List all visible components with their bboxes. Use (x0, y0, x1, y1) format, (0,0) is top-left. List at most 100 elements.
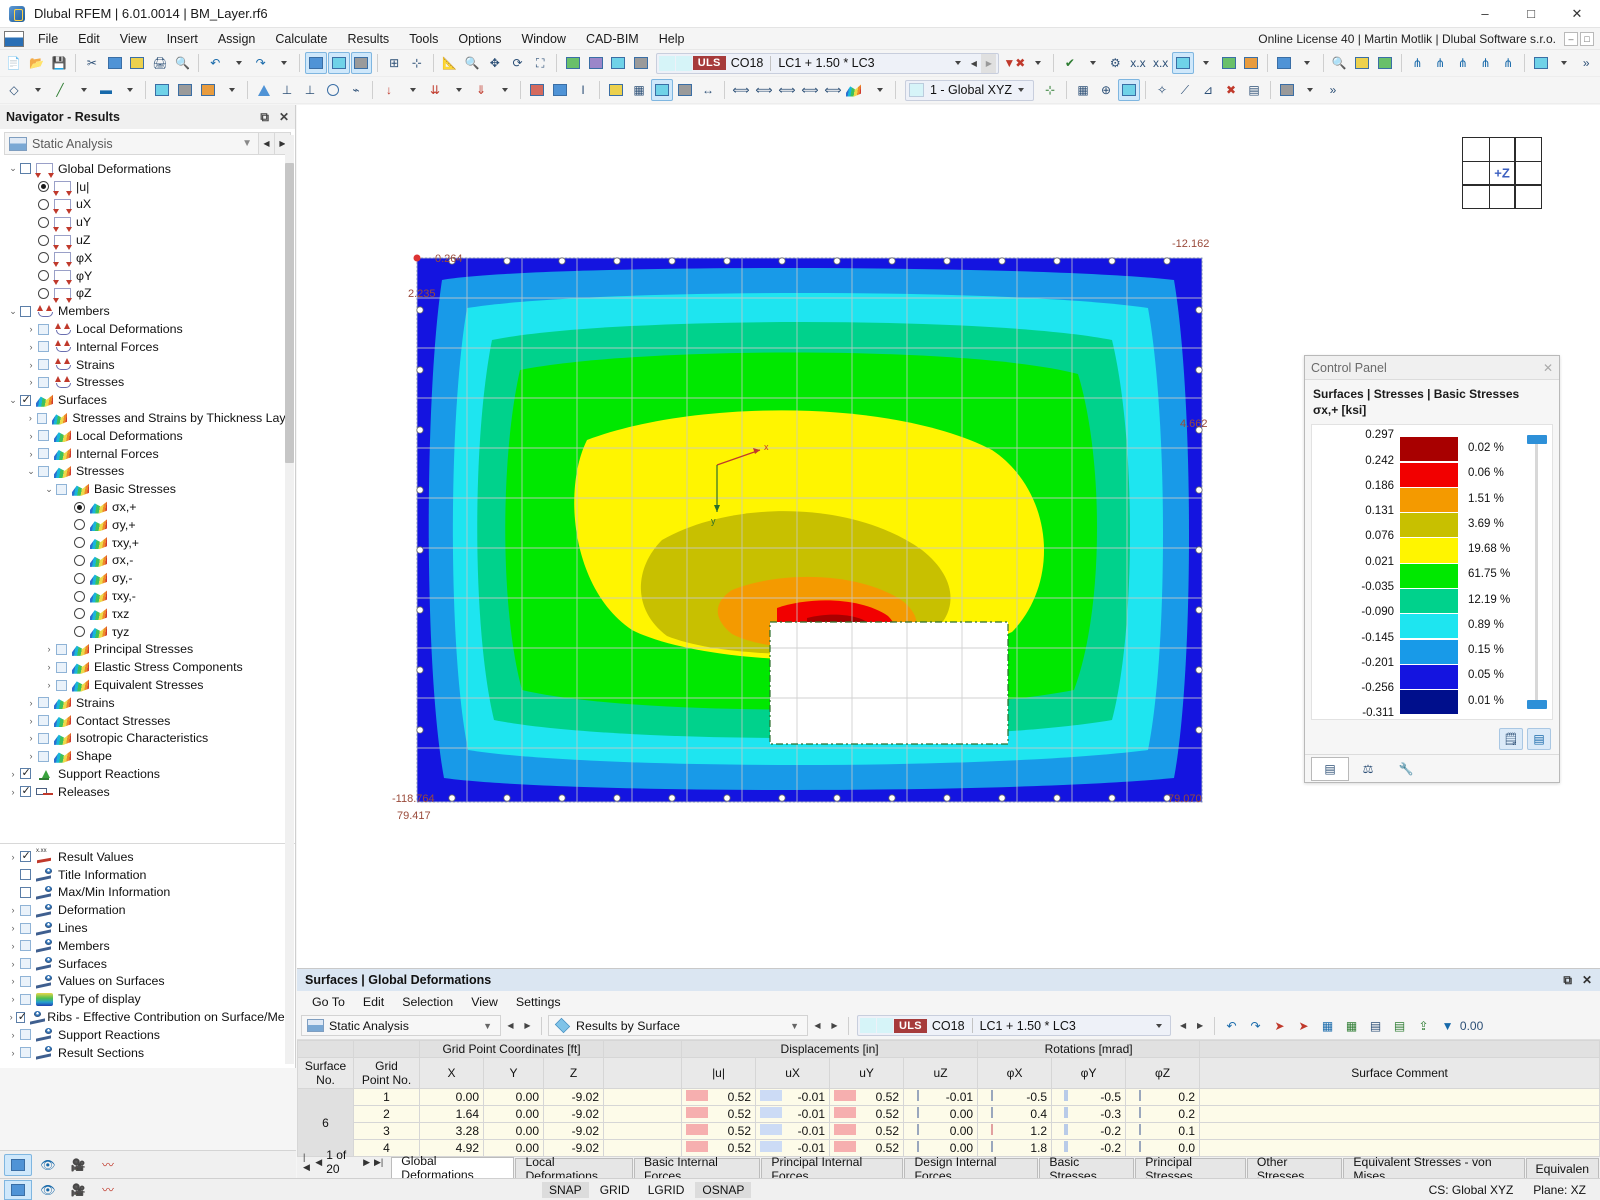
tree-item-internal-forces[interactable]: ›Internal Forces (0, 338, 295, 356)
print-icon[interactable]: 🖨 (149, 52, 171, 74)
filter-icon[interactable]: ▼✖ (1003, 52, 1025, 74)
cell-uy[interactable]: 0.52 (830, 1123, 904, 1140)
next-load-case-icon[interactable]: ▶ (981, 54, 996, 73)
col-x[interactable]: X (420, 1058, 484, 1089)
clipping-icon[interactable] (585, 52, 607, 74)
view-options-dropdown-icon[interactable] (1299, 79, 1321, 101)
cell-ux[interactable]: -0.01 (756, 1089, 830, 1106)
expand-chevron-icon[interactable]: › (6, 941, 20, 951)
expand-chevron-icon[interactable]: › (6, 1048, 20, 1058)
tree-item-xz[interactable]: τxz (0, 605, 295, 623)
menu-item-insert[interactable]: Insert (157, 30, 208, 48)
result-tab-principal-internal-forces[interactable]: Principal Internal Forces (761, 1158, 903, 1178)
cell-uz[interactable]: -0.01 (904, 1089, 978, 1106)
cell-u-abs[interactable]: 0.52 (682, 1106, 756, 1123)
results-dropdown-icon[interactable] (1082, 52, 1104, 74)
tree-checkbox[interactable] (20, 851, 31, 862)
rainbow-dropdown-icon[interactable] (868, 79, 890, 101)
new-member-icon[interactable]: ▬ (95, 79, 117, 101)
legend-color-band[interactable] (1400, 589, 1458, 613)
table-filter-icon[interactable]: ▼ (1437, 1015, 1459, 1037)
status-model-icon[interactable] (4, 1180, 32, 1200)
tree-checkbox[interactable] (38, 430, 49, 441)
collapse-chevron-icon[interactable]: ⌄ (6, 306, 20, 317)
cell-uz[interactable]: 0.00 (904, 1123, 978, 1140)
rotate-icon[interactable]: ⟳ (507, 52, 529, 74)
filter-dropdown-icon[interactable] (1026, 52, 1048, 74)
results-by-selector[interactable]: Results by Surface ▼ (548, 1015, 808, 1036)
measure-icon[interactable]: 📐 (439, 52, 461, 74)
menu-item-edit[interactable]: Edit (68, 30, 110, 48)
table-undo-icon[interactable]: ↶ (1221, 1015, 1243, 1037)
tree-checkbox[interactable] (20, 994, 31, 1005)
close-icon[interactable]: ✕ (1582, 973, 1592, 988)
material-icon[interactable] (526, 79, 548, 101)
result-tab-basic-internal-forces[interactable]: Basic Internal Forces (634, 1158, 760, 1178)
tree-radio[interactable] (74, 555, 85, 566)
print-preview-icon[interactable]: 🔍 (172, 52, 194, 74)
smooth-results-icon[interactable] (1218, 52, 1240, 74)
tree-checkbox[interactable] (56, 644, 67, 655)
tree-item-isotropic-characteristics[interactable]: ›Isotropic Characteristics (0, 730, 295, 748)
cell-phiy[interactable]: -0.2 (1052, 1123, 1126, 1140)
isobands-dropdown-icon[interactable] (1195, 52, 1217, 74)
cell-grid-point-no[interactable]: 1 (354, 1089, 420, 1106)
legend-settings-icon[interactable]: 🗒 (1499, 728, 1523, 750)
undo-dropdown-icon[interactable] (227, 52, 249, 74)
select-all-icon[interactable]: ➤ (1293, 1015, 1315, 1037)
new-surface-icon[interactable] (151, 79, 173, 101)
col-uz[interactable]: uZ (904, 1058, 978, 1089)
tree-item-equivalent-stresses[interactable]: ›Equivalent Stresses (0, 676, 295, 694)
legend-color-band[interactable] (1400, 690, 1458, 714)
tab-filter[interactable]: 🔧 (1387, 757, 1425, 781)
tree-item-ux[interactable]: uX (0, 196, 295, 214)
tree-checkbox[interactable] (16, 1012, 25, 1023)
menu-item-window[interactable]: Window (511, 30, 575, 48)
render-transparent-icon[interactable] (351, 52, 373, 74)
expand-chevron-icon[interactable]: › (6, 994, 20, 1004)
mesh-generate-icon[interactable]: ▦ (1072, 79, 1094, 101)
tree-item-xy[interactable]: τxy,+ (0, 534, 295, 552)
tree-item-basic-stresses[interactable]: ⌄Basic Stresses (0, 480, 295, 498)
cell-phix[interactable]: -0.5 (978, 1089, 1052, 1106)
printout-report-icon[interactable] (1273, 52, 1295, 74)
rainbow-surface-icon[interactable] (845, 79, 867, 101)
tree-checkbox[interactable] (20, 768, 31, 779)
tab-color-spectrum[interactable]: ▤ (1311, 757, 1349, 781)
result-values-icon[interactable]: x.x (1150, 52, 1172, 74)
menu-view[interactable]: View (462, 993, 507, 1011)
copy-icon[interactable] (104, 52, 126, 74)
show-results-icon[interactable] (1118, 79, 1140, 101)
tree-radio[interactable] (74, 608, 85, 619)
views-navigator-icon[interactable]: 🎥 (64, 1154, 92, 1176)
tree-item-result-sections[interactable]: ›Result Sections (0, 1044, 295, 1062)
tree-checkbox[interactable] (20, 976, 31, 987)
tree-item-members[interactable]: ⌄Members (0, 302, 295, 320)
expand-chevron-icon[interactable]: › (24, 324, 38, 334)
tree-radio[interactable] (74, 519, 85, 530)
expand-chevron-icon[interactable]: › (24, 716, 38, 726)
cell-phiy[interactable]: -0.3 (1052, 1106, 1126, 1123)
close-icon[interactable]: ✕ (1543, 361, 1553, 375)
table-row[interactable]: 33.280.00-9.020.52-0.010.520.001.2-0.20.… (298, 1123, 1600, 1140)
new-node-icon[interactable]: ◇ (3, 79, 25, 101)
expand-chevron-icon[interactable]: › (6, 905, 20, 915)
fit-view-icon[interactable]: ⛶ (529, 52, 551, 74)
load-case-selector[interactable]: ULS CO18 LC1 + 1.50 * LC3 ◀ ▶ (656, 53, 1000, 74)
expand-chevron-icon[interactable]: › (24, 360, 38, 370)
tree-checkbox[interactable] (38, 715, 49, 726)
col-phiy[interactable]: φY (1052, 1058, 1126, 1089)
tree-item-strains[interactable]: ›Strains (0, 694, 295, 712)
tree-checkbox[interactable] (56, 662, 67, 673)
col-uy[interactable]: uY (830, 1058, 904, 1089)
calculate-icon[interactable]: ⚙ (1104, 52, 1126, 74)
chevron-down-icon[interactable] (948, 61, 966, 65)
snap-toggles[interactable]: SNAPGRIDLGRIDOSNAP (542, 1182, 751, 1198)
tree-item-members[interactable]: ›Members (0, 937, 295, 955)
tree-checkbox[interactable] (20, 869, 31, 880)
delete-icon[interactable]: ✖ (1220, 79, 1242, 101)
col-surface-no[interactable]: Surface No. (298, 1058, 354, 1089)
properties-icon[interactable]: ▤ (1243, 79, 1265, 101)
tree-item-local-deformations[interactable]: ›Local Deformations (0, 320, 295, 338)
tree-checkbox[interactable] (38, 466, 49, 477)
